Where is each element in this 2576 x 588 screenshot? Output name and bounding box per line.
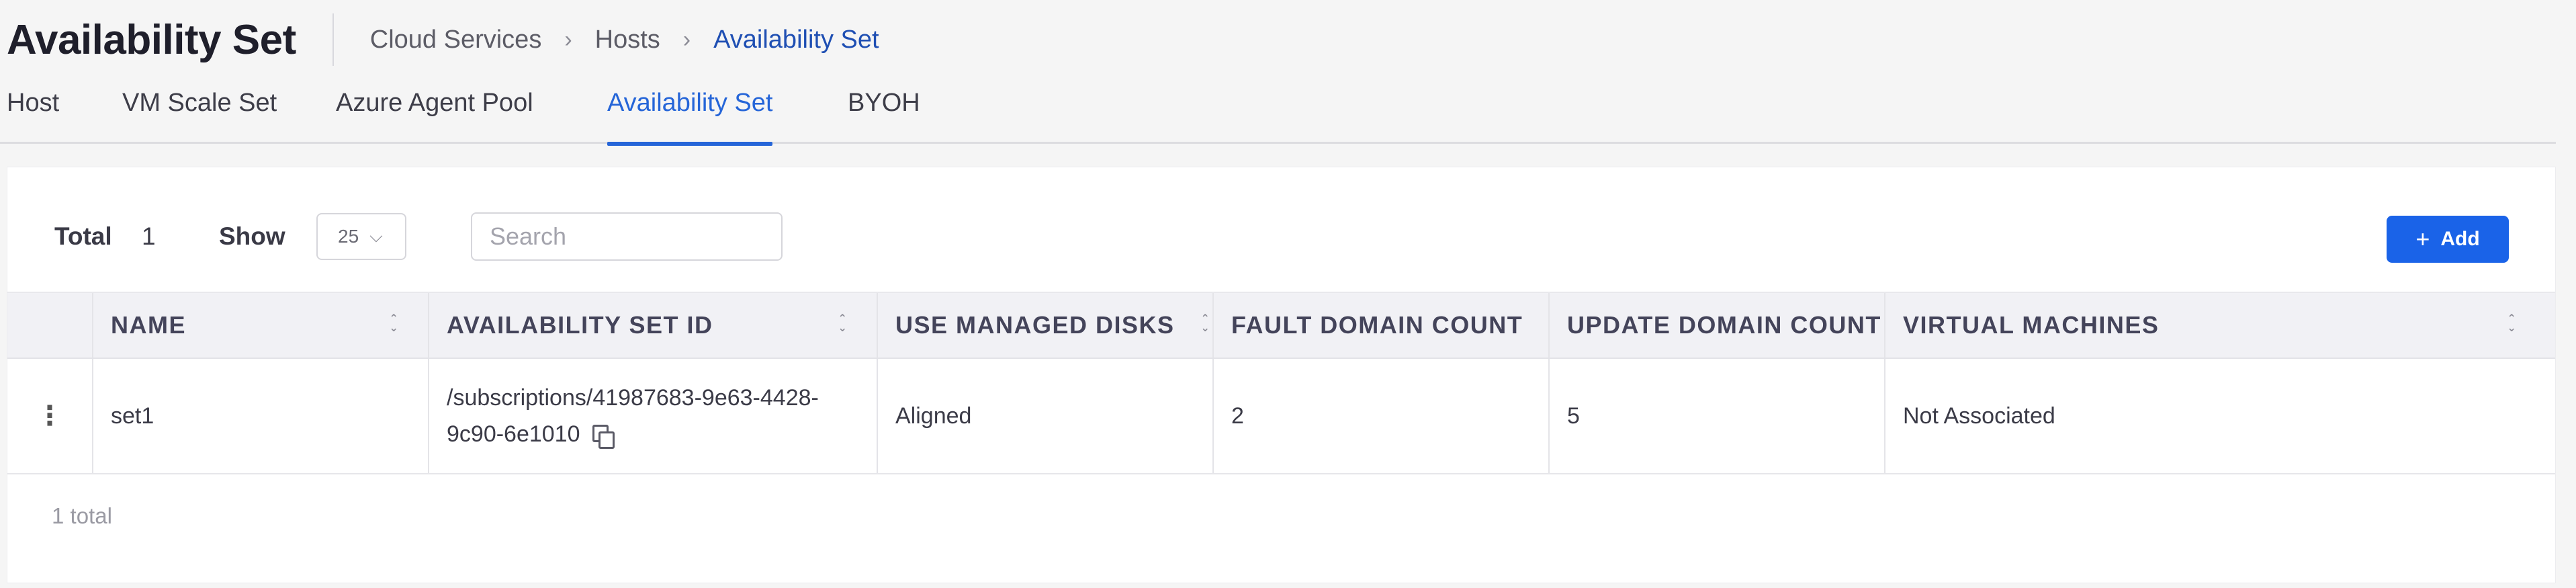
column-header-label: UPDATE DOMAIN COUNT — [1567, 311, 1881, 339]
tab-bar: Host VM Scale Set Azure Agent Pool Avail… — [0, 79, 2556, 146]
column-header-virtual-machines[interactable]: VIRTUAL MACHINES ⌃ ⌄ — [1885, 293, 2557, 358]
cell-use-managed-disks: Aligned — [878, 359, 1214, 473]
page-size-select[interactable]: 25 ⌵ — [316, 213, 406, 260]
table-header-row: NAME ⌃ ⌄ AVAILABILITY SET ID ⌃ ⌄ USE MANAG… — [7, 292, 2555, 359]
chevron-down-icon: ⌵ — [369, 226, 383, 246]
availability-set-id-text: /subscriptions/41987683-9e63-4428-9c90-6… — [447, 385, 819, 447]
page-header: Availability Set Cloud Services › Hosts … — [7, 9, 879, 70]
column-header-use-managed-disks[interactable]: USE MANAGED DISKS ⌃ ⌄ — [878, 293, 1214, 358]
breadcrumb-availability-set[interactable]: Availability Set — [713, 26, 879, 54]
column-header-label: AVAILABILITY SET ID — [447, 311, 713, 339]
total-label: Total — [54, 222, 112, 250]
availability-set-table: NAME ⌃ ⌄ AVAILABILITY SET ID ⌃ ⌄ USE MANAG… — [7, 292, 2555, 474]
tab-availability-set[interactable]: Availability Set — [607, 79, 773, 146]
plus-icon: + — [2415, 225, 2430, 253]
sort-icon[interactable]: ⌃ ⌄ — [2505, 314, 2519, 339]
table-footer-total: 1 total — [52, 503, 112, 528]
copy-icon[interactable] — [592, 425, 615, 450]
row-actions-menu-icon[interactable]: ⋮ — [7, 359, 93, 473]
tab-byoh[interactable]: BYOH — [848, 79, 920, 144]
tab-vm-scale-set[interactable]: VM Scale Set — [122, 79, 277, 144]
column-header-label: USE MANAGED DISKS — [895, 311, 1175, 339]
page: Availability Set Cloud Services › Hosts … — [0, 0, 2576, 588]
breadcrumb-separator-icon: › — [682, 26, 691, 52]
show-label: Show — [219, 222, 285, 250]
sort-icon[interactable]: ⌃ ⌄ — [1199, 314, 1212, 339]
column-header-availability-set-id[interactable]: AVAILABILITY SET ID ⌃ ⌄ — [429, 293, 878, 358]
search-input[interactable] — [471, 212, 783, 261]
breadcrumb-hosts[interactable]: Hosts — [595, 26, 660, 54]
tab-azure-agent-pool[interactable]: Azure Agent Pool — [336, 79, 533, 144]
breadcrumb-separator-icon: › — [564, 26, 572, 52]
column-header-label: VIRTUAL MACHINES — [1903, 311, 2160, 339]
add-button[interactable]: + Add — [2387, 216, 2509, 263]
breadcrumb-cloud-services[interactable]: Cloud Services — [370, 26, 542, 54]
cell-fault-domain-count: 2 — [1214, 359, 1550, 473]
column-header-fault-domain-count[interactable]: FAULT DOMAIN COUNT — [1214, 293, 1550, 358]
add-button-label: Add — [2440, 228, 2480, 250]
column-header-label: FAULT DOMAIN COUNT — [1231, 311, 1523, 339]
total-count: 1 — [142, 222, 156, 250]
page-size-value: 25 — [338, 226, 359, 247]
sort-icon[interactable]: ⌃ ⌄ — [388, 314, 401, 339]
content-card: Total 1 Show 25 ⌵ + Add NAME ⌃⌄ AVA — [7, 167, 2556, 583]
table-toolbar: Total 1 Show 25 ⌵ + Add — [7, 167, 2555, 292]
tab-host[interactable]: Host — [7, 79, 59, 144]
page-title: Availability Set — [7, 16, 296, 63]
table-row[interactable]: ⋮ set1 /subscriptions/41987683-9e63-4428… — [7, 359, 2555, 474]
cell-name[interactable]: set1 — [93, 359, 429, 473]
column-header-actions — [7, 293, 93, 358]
column-header-name[interactable]: NAME ⌃ ⌄ — [93, 293, 429, 358]
title-divider — [332, 13, 334, 66]
cell-update-domain-count: 5 — [1550, 359, 1885, 473]
breadcrumb: Cloud Services › Hosts › Availability Se… — [370, 26, 879, 54]
sort-icon[interactable]: ⌃ ⌄ — [836, 314, 850, 339]
cell-virtual-machines: Not Associated — [1903, 403, 2055, 429]
column-header-update-domain-count[interactable]: UPDATE DOMAIN COUNT — [1550, 293, 1885, 358]
column-header-label: NAME — [111, 311, 186, 339]
cell-availability-set-id: /subscriptions/41987683-9e63-4428-9c90-6… — [429, 359, 878, 473]
